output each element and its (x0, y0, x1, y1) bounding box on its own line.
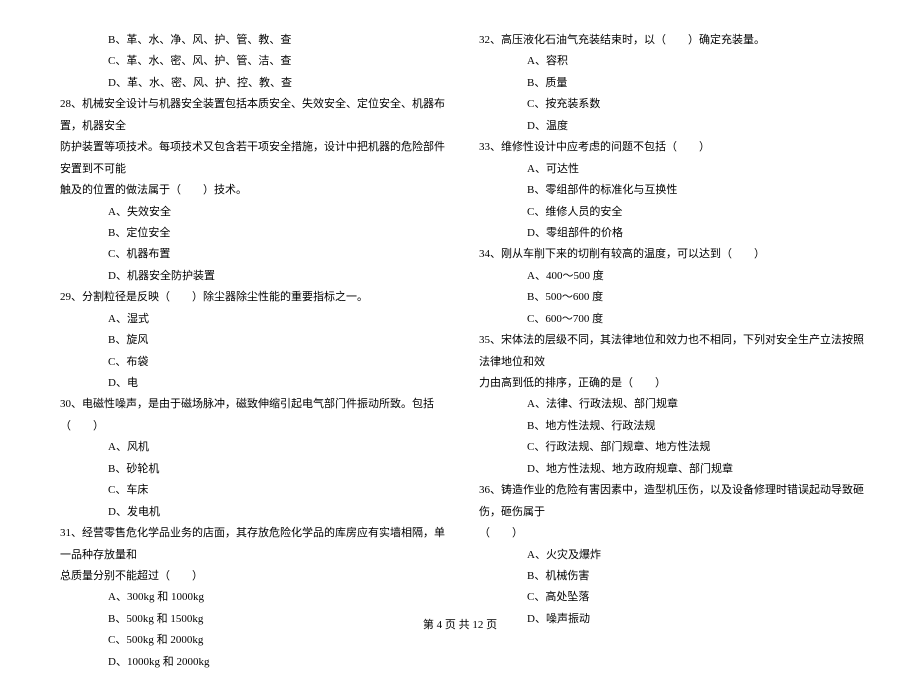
q35-line1: 35、宋体法的层级不同，其法律地位和效力也不相同，下列对安全生产立法按照法律地位… (479, 330, 870, 373)
q36-option-c: C、高处坠落 (479, 587, 870, 608)
right-column: 32、高压液化石油气充装结束时，以（ ）确定充装量。 A、容积 B、质量 C、按… (479, 30, 870, 673)
q31-line2: 总质量分别不能超过（ ） (60, 566, 451, 587)
q34-option-c: C、600～700 度 (479, 309, 870, 330)
q35-option-d: D、地方性法规、地方政府规章、部门规章 (479, 459, 870, 480)
q36-option-a: A、火灾及爆炸 (479, 545, 870, 566)
q36-option-b: B、机械伤害 (479, 566, 870, 587)
q31-option-c: C、500kg 和 2000kg (60, 630, 451, 651)
q32-text: 32、高压液化石油气充装结束时，以（ ）确定充装量。 (479, 30, 870, 51)
q28-line3: 触及的位置的做法属于（ ）技术。 (60, 180, 451, 201)
q35-option-a: A、法律、行政法规、部门规章 (479, 394, 870, 415)
q34-option-b: B、500～600 度 (479, 287, 870, 308)
q30-option-a: A、风机 (60, 437, 451, 458)
q28-option-a: A、失效安全 (60, 202, 451, 223)
q27-option-c: C、革、水、密、风、护、管、洁、查 (60, 51, 451, 72)
q28-option-c: C、机器布置 (60, 244, 451, 265)
q32-option-a: A、容积 (479, 51, 870, 72)
q35-option-c: C、行政法规、部门规章、地方性法规 (479, 437, 870, 458)
q33-option-a: A、可达性 (479, 159, 870, 180)
q30-option-b: B、砂轮机 (60, 459, 451, 480)
q33-text: 33、维修性设计中应考虑的问题不包括（ ） (479, 137, 870, 158)
q31-option-d: D、1000kg 和 2000kg (60, 652, 451, 673)
q28-line2: 防护装置等项技术。每项技术又包含若干项安全措施，设计中把机器的危险部件安置到不可… (60, 137, 451, 180)
page-content: B、革、水、净、风、护、管、教、查 C、革、水、密、风、护、管、洁、查 D、革、… (0, 0, 920, 693)
q30-text: 30、电磁性噪声，是由于磁场脉冲，磁致伸缩引起电气部门件振动所致。包括（ ） (60, 394, 451, 437)
q30-option-d: D、发电机 (60, 502, 451, 523)
q32-option-d: D、温度 (479, 116, 870, 137)
q29-option-a: A、湿式 (60, 309, 451, 330)
q27-option-b: B、革、水、净、风、护、管、教、查 (60, 30, 451, 51)
left-column: B、革、水、净、风、护、管、教、查 C、革、水、密、风、护、管、洁、查 D、革、… (60, 30, 451, 673)
q33-option-b: B、零组部件的标准化与互换性 (479, 180, 870, 201)
q33-option-d: D、零组部件的价格 (479, 223, 870, 244)
q35-option-b: B、地方性法规、行政法规 (479, 416, 870, 437)
q36-line1: 36、铸造作业的危险有害因素中，造型机压伤，以及设备修理时错误起动导致砸伤，砸伤… (479, 480, 870, 523)
q27-option-d: D、革、水、密、风、护、控、教、查 (60, 73, 451, 94)
q29-option-d: D、电 (60, 373, 451, 394)
q30-option-c: C、车床 (60, 480, 451, 501)
q32-option-b: B、质量 (479, 73, 870, 94)
q35-line2: 力由高到低的排序，正确的是（ ） (479, 373, 870, 394)
q28-line1: 28、机械安全设计与机器安全装置包括本质安全、失效安全、定位安全、机器布置，机器… (60, 94, 451, 137)
q31-line1: 31、经营零售危化学品业务的店面，其存放危险化学品的库房应有实墙相隔，单一品种存… (60, 523, 451, 566)
q32-option-c: C、按充装系数 (479, 94, 870, 115)
q29-option-b: B、旋风 (60, 330, 451, 351)
page-footer: 第 4 页 共 12 页 (0, 616, 920, 632)
q34-option-a: A、400～500 度 (479, 266, 870, 287)
q36-line2: （ ） (479, 523, 870, 544)
q28-option-d: D、机器安全防护装置 (60, 266, 451, 287)
q28-option-b: B、定位安全 (60, 223, 451, 244)
q29-text: 29、分割粒径是反映（ ）除尘器除尘性能的重要指标之一。 (60, 287, 451, 308)
q29-option-c: C、布袋 (60, 352, 451, 373)
q33-option-c: C、维修人员的安全 (479, 202, 870, 223)
q34-text: 34、刚从车削下来的切削有较高的温度，可以达到（ ） (479, 244, 870, 265)
q31-option-a: A、300kg 和 1000kg (60, 587, 451, 608)
